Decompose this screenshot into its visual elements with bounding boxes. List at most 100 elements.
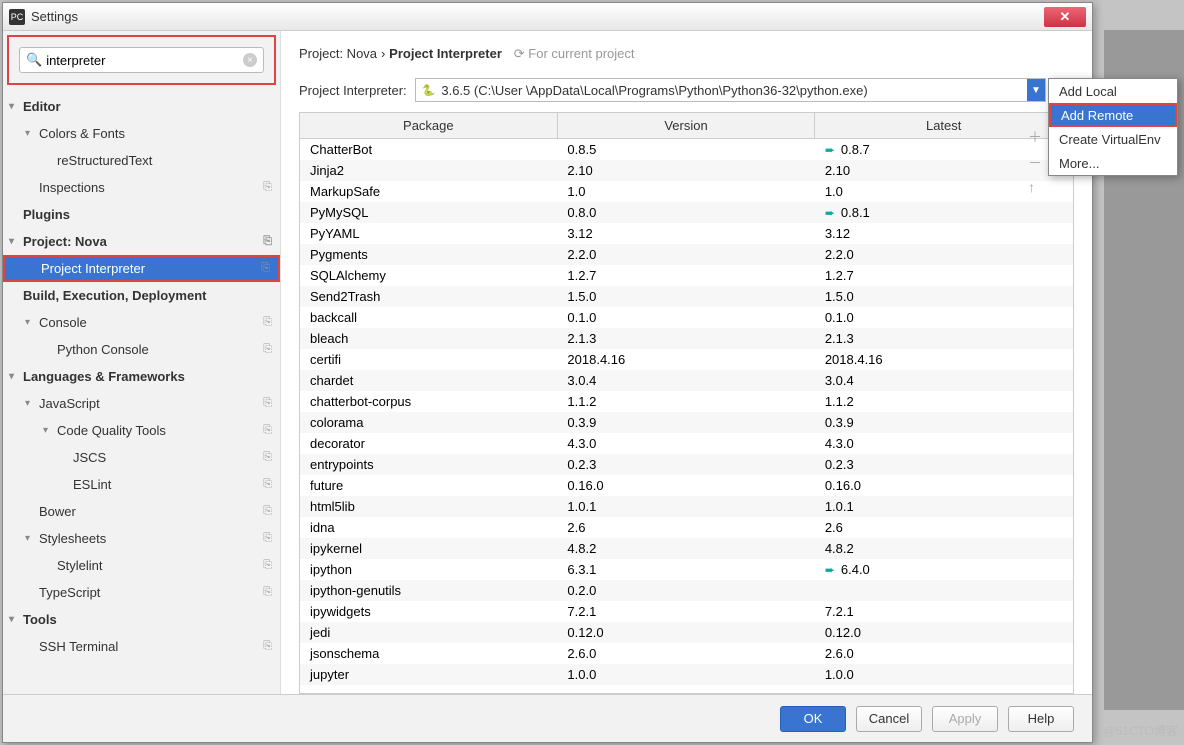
tree-item-eslint[interactable]: ESLint⎘ (3, 471, 280, 498)
table-row[interactable]: MarkupSafe1.01.0 (300, 181, 1073, 202)
tree-item-stylesheets[interactable]: ▾Stylesheets⎘ (3, 525, 280, 552)
tree-item-build-execution-deployment[interactable]: Build, Execution, Deployment (3, 282, 280, 309)
table-row[interactable]: certifi2018.4.162018.4.16 (300, 349, 1073, 370)
table-row[interactable]: entrypoints0.2.30.2.3 (300, 454, 1073, 475)
tree-label: ESLint (73, 477, 111, 492)
settings-tree[interactable]: ▾Editor▾Colors & Fonts reStructuredText In… (3, 89, 280, 694)
interpreter-dropdown-button[interactable]: ▼ (1027, 79, 1045, 101)
table-row[interactable]: decorator4.3.04.3.0 (300, 433, 1073, 454)
apply-button[interactable]: Apply (932, 706, 998, 732)
tree-item-python-console[interactable]: Python Console⎘ (3, 336, 280, 363)
tree-item-project-interpreter[interactable]: Project Interpreter⎘ (3, 255, 280, 282)
cell-latest: 4.3.0 (815, 436, 1072, 451)
help-button[interactable]: Help (1008, 706, 1074, 732)
tree-item-javascript[interactable]: ▾JavaScript⎘ (3, 390, 280, 417)
tree-item-typescript[interactable]: TypeScript⎘ (3, 579, 280, 606)
table-row[interactable]: html5lib1.0.11.0.1 (300, 496, 1073, 517)
app-icon: PC (9, 9, 25, 25)
tree-item-bower[interactable]: Bower⎘ (3, 498, 280, 525)
copy-icon: ⎘ (263, 235, 272, 248)
cell-latest: 4.8.2 (815, 541, 1072, 556)
dropdown-item-add-local[interactable]: Add Local (1049, 79, 1177, 103)
tree-item-tools[interactable]: ▾Tools (3, 606, 280, 633)
package-side-buttons: ＋ － ↑ (1028, 127, 1042, 195)
col-version[interactable]: Version (558, 113, 816, 138)
table-row[interactable]: chardet3.0.43.0.4 (300, 370, 1073, 391)
copy-icon: ⎘ (263, 316, 272, 329)
table-row[interactable]: jupyter1.0.01.0.0 (300, 664, 1073, 685)
table-body[interactable]: ChatterBot0.8.5➨0.8.7Jinja22.102.10Marku… (300, 139, 1073, 693)
remove-package-button[interactable]: － (1028, 153, 1042, 173)
table-row[interactable]: ipykernel4.8.24.8.2 (300, 538, 1073, 559)
cell-version: 0.12.0 (557, 625, 814, 640)
tree-item-inspections[interactable]: Inspections⎘ (3, 174, 280, 201)
ok-button[interactable]: OK (780, 706, 846, 732)
cell-package: backcall (300, 310, 557, 325)
tree-arrow-icon: ▾ (25, 398, 39, 409)
tree-item-code-quality-tools[interactable]: ▾Code Quality Tools⎘ (3, 417, 280, 444)
tree-label: Bower (39, 504, 76, 519)
table-row[interactable]: jedi0.12.00.12.0 (300, 622, 1073, 643)
table-row[interactable]: SQLAlchemy1.2.71.2.7 (300, 265, 1073, 286)
interpreter-select[interactable]: 🐍 3.6.5 (C:\User \AppData\Local\Programs… (415, 78, 1046, 102)
tree-item-plugins[interactable]: Plugins (3, 201, 280, 228)
tree-item-stylelint[interactable]: Stylelint⎘ (3, 552, 280, 579)
table-row[interactable]: Pygments2.2.02.2.0 (300, 244, 1073, 265)
table-row[interactable]: bleach2.1.32.1.3 (300, 328, 1073, 349)
tree-item-restructuredtext[interactable]: reStructuredText (3, 147, 280, 174)
table-row[interactable]: ipywidgets7.2.17.2.1 (300, 601, 1073, 622)
cell-latest: 2.2.0 (815, 247, 1072, 262)
cell-package: ipykernel (300, 541, 557, 556)
cell-package: ipywidgets (300, 604, 557, 619)
cell-package: certifi (300, 352, 557, 367)
table-row[interactable]: ChatterBot0.8.5➨0.8.7 (300, 139, 1073, 160)
cell-version: 0.2.0 (557, 583, 814, 598)
interpreter-row: Project Interpreter: 🐍 3.6.5 (C:\User \A… (281, 72, 1092, 112)
table-row[interactable]: Send2Trash1.5.01.5.0 (300, 286, 1073, 307)
tree-label: Code Quality Tools (57, 423, 166, 438)
table-row[interactable]: ipython6.3.1➨6.4.0 (300, 559, 1073, 580)
close-button[interactable]: ✕ (1044, 7, 1086, 27)
tree-label: Console (39, 315, 87, 330)
table-row[interactable]: idna2.62.6 (300, 517, 1073, 538)
dropdown-item-more-[interactable]: More... (1049, 151, 1177, 175)
cell-version: 2.6 (557, 520, 814, 535)
dropdown-item-add-remote[interactable]: Add Remote (1049, 103, 1177, 127)
scope-label: ⟳ For current project (514, 46, 635, 61)
search-input[interactable] (46, 53, 243, 68)
upgrade-package-button[interactable]: ↑ (1028, 179, 1042, 195)
tree-item-ssh-terminal[interactable]: SSH Terminal⎘ (3, 633, 280, 660)
table-row[interactable]: chatterbot-corpus1.1.21.1.2 (300, 391, 1073, 412)
cancel-button[interactable]: Cancel (856, 706, 922, 732)
tree-label: Tools (23, 612, 57, 627)
table-row[interactable]: PyYAML3.123.12 (300, 223, 1073, 244)
cell-package: html5lib (300, 499, 557, 514)
table-row[interactable]: Jinja22.102.10 (300, 160, 1073, 181)
cell-latest: ➨6.4.0 (815, 562, 1072, 577)
search-input-wrap[interactable]: 🔍 × (19, 47, 264, 73)
table-row[interactable]: PyMySQL0.8.0➨0.8.1 (300, 202, 1073, 223)
add-package-button[interactable]: ＋ (1028, 127, 1042, 147)
clear-search-icon[interactable]: × (243, 53, 257, 67)
tree-item-colors-fonts[interactable]: ▾Colors & Fonts (3, 120, 280, 147)
table-row[interactable]: colorama0.3.90.3.9 (300, 412, 1073, 433)
titlebar[interactable]: PC Settings ✕ (3, 3, 1092, 31)
tree-item-editor[interactable]: ▾Editor (3, 93, 280, 120)
tree-item-languages-frameworks[interactable]: ▾Languages & Frameworks (3, 363, 280, 390)
tree-label: Python Console (57, 342, 149, 357)
table-row[interactable]: ipython-genutils0.2.0 (300, 580, 1073, 601)
interpreter-dropdown-menu[interactable]: Add LocalAdd RemoteCreate VirtualEnvMore… (1048, 78, 1178, 176)
col-package[interactable]: Package (300, 113, 558, 138)
cell-version: 2.1.3 (557, 331, 814, 346)
tree-item-jscs[interactable]: JSCS⎘ (3, 444, 280, 471)
cell-version: 0.2.3 (557, 457, 814, 472)
table-row[interactable]: backcall0.1.00.1.0 (300, 307, 1073, 328)
tree-label: reStructuredText (57, 153, 152, 168)
tree-item-project-nova[interactable]: ▾Project: Nova⎘ (3, 228, 280, 255)
table-row[interactable]: jsonschema2.6.02.6.0 (300, 643, 1073, 664)
dropdown-item-create-virtualenv[interactable]: Create VirtualEnv (1049, 127, 1177, 151)
cell-version: 0.8.0 (557, 205, 814, 220)
tree-item-console[interactable]: ▾Console⎘ (3, 309, 280, 336)
table-row[interactable]: future0.16.00.16.0 (300, 475, 1073, 496)
sidebar: 🔍 × ▾Editor▾Colors & Fonts reStructuredTe… (3, 31, 281, 694)
